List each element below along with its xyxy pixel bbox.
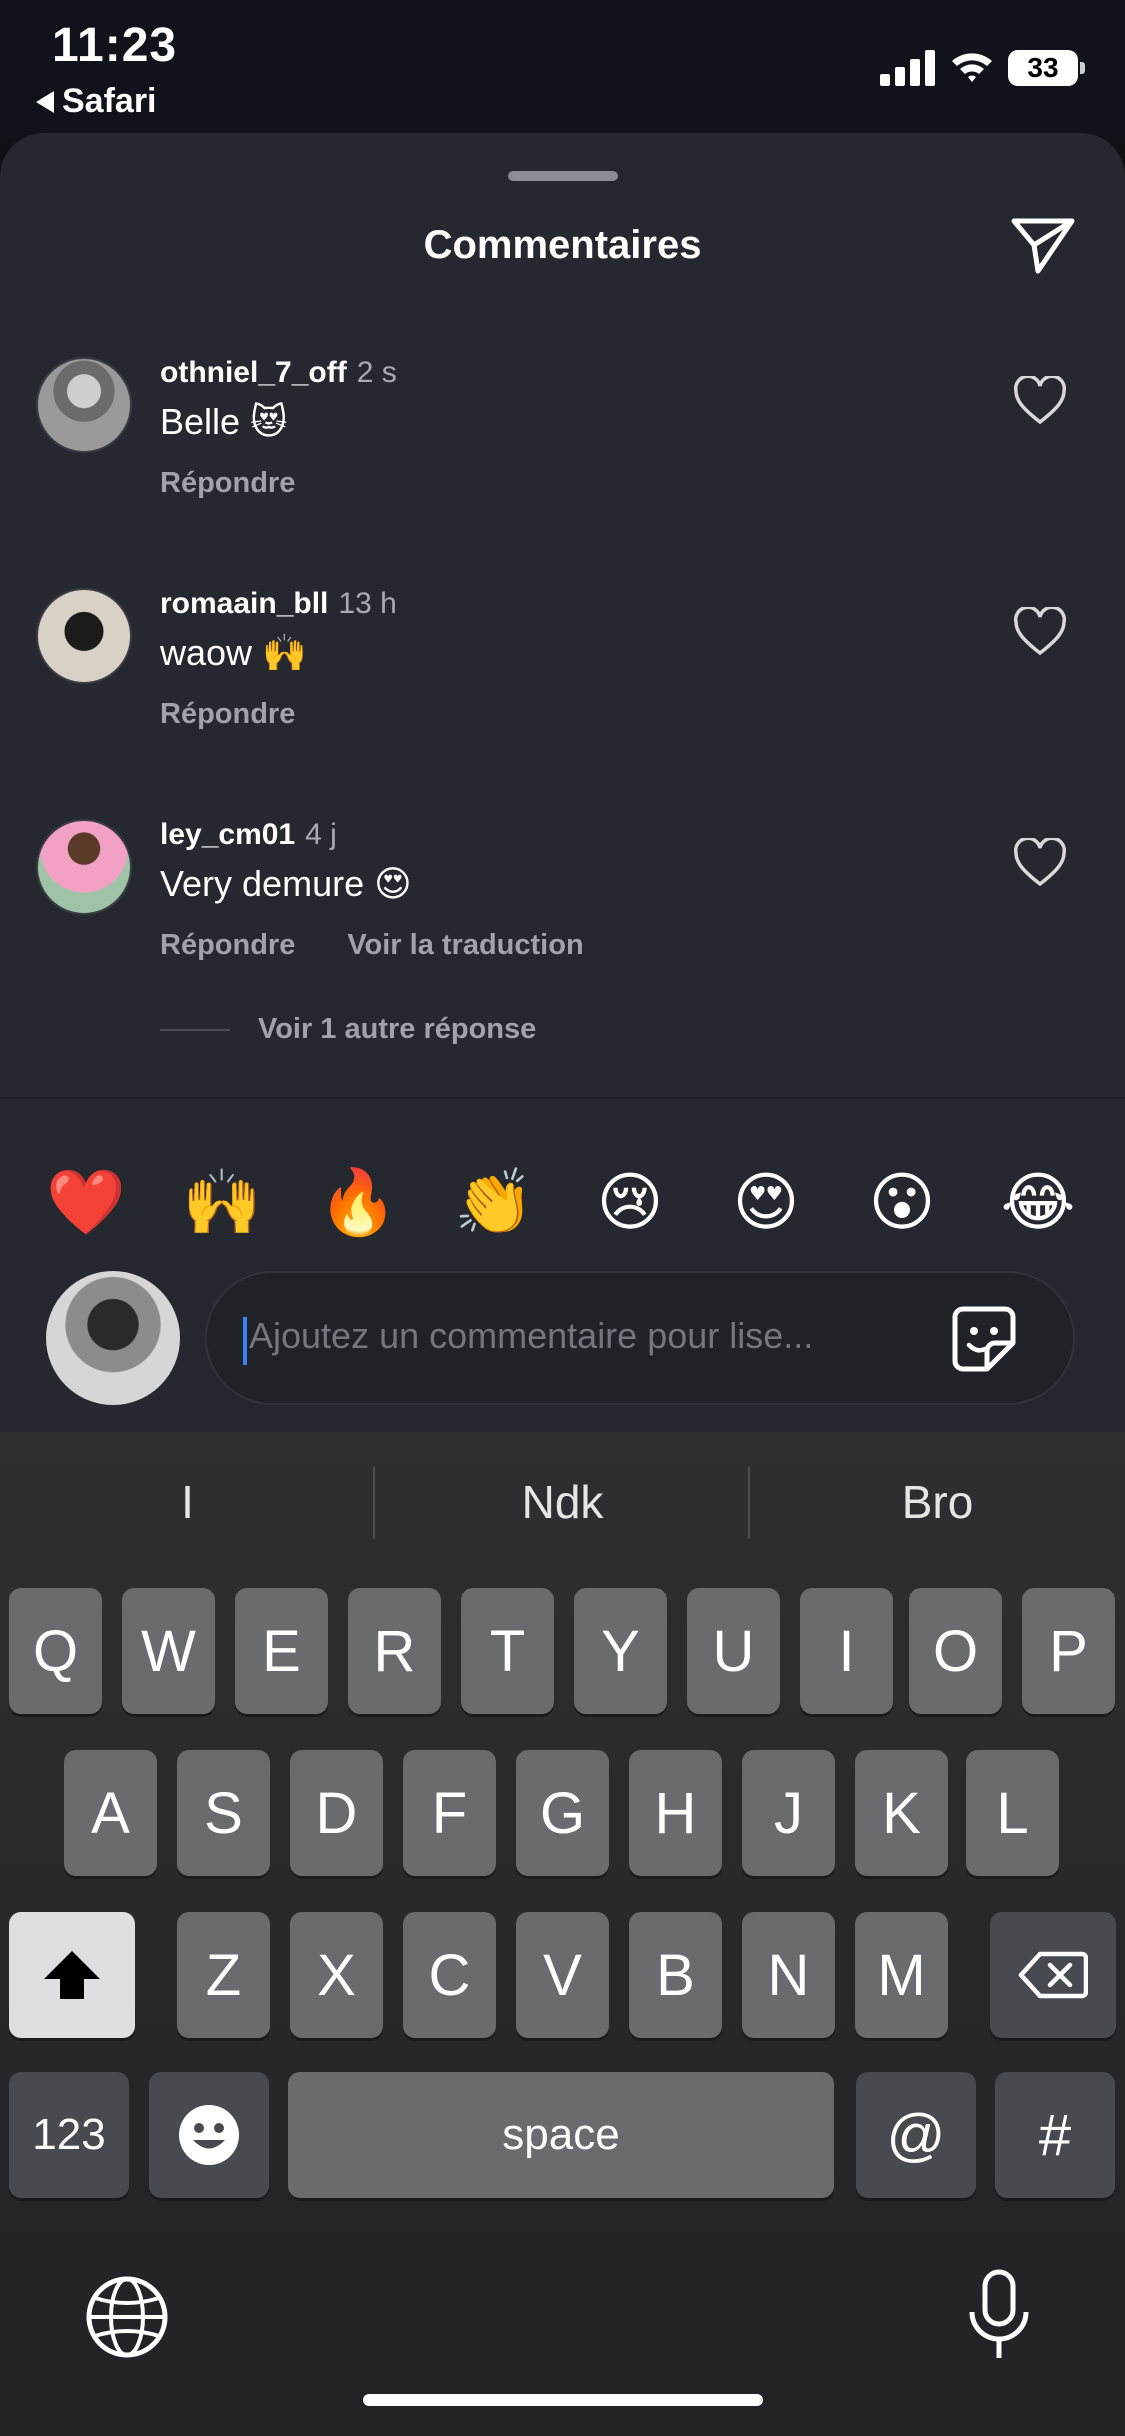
key-j[interactable]: J bbox=[742, 1750, 835, 1876]
back-app-label: Safari bbox=[62, 82, 157, 120]
key-x[interactable]: X bbox=[290, 1912, 383, 2038]
comment-text: Belle 😻 bbox=[160, 401, 288, 442]
comments-sheet: Commentaires othniel_7_off 2 s Belle 😻 Ré… bbox=[0, 133, 1125, 1433]
key-m[interactable]: M bbox=[855, 1912, 948, 2038]
comment-input[interactable]: Ajoutez un commentaire pour lise... bbox=[205, 1271, 1075, 1405]
emoji-surprised[interactable]: 😮 bbox=[852, 1143, 952, 1263]
key-g[interactable]: G bbox=[516, 1750, 609, 1876]
key-z[interactable]: Z bbox=[177, 1912, 270, 2038]
status-bar: 11:23 Safari 33 bbox=[0, 0, 1125, 140]
key-o[interactable]: O bbox=[909, 1588, 1002, 1714]
battery-indicator: 33 bbox=[1008, 50, 1085, 86]
comment-text: waow 🙌 bbox=[160, 632, 307, 673]
suggestion-1[interactable]: I bbox=[0, 1432, 375, 1572]
reply-button[interactable]: Répondre bbox=[160, 467, 295, 500]
comment-actions: Répondre bbox=[160, 698, 295, 731]
status-time: 11:23 bbox=[52, 19, 178, 72]
home-indicator[interactable] bbox=[363, 2394, 763, 2406]
reply-button[interactable]: Répondre bbox=[160, 698, 295, 731]
heart-icon[interactable] bbox=[1012, 607, 1068, 657]
key-i[interactable]: I bbox=[800, 1588, 893, 1714]
key-u[interactable]: U bbox=[687, 1588, 780, 1714]
key-p[interactable]: P bbox=[1022, 1588, 1115, 1714]
hash-key[interactable]: # bbox=[995, 2072, 1115, 2198]
comment-username[interactable]: ley_cm01 4 j bbox=[160, 818, 337, 852]
comment-time: 13 h bbox=[338, 587, 397, 620]
key-n[interactable]: N bbox=[742, 1912, 835, 2038]
keyboard: I Ndk Bro Q W E R T Y U I O P A S D F G … bbox=[0, 1432, 1125, 2436]
reply-button[interactable]: Répondre bbox=[160, 929, 295, 962]
send-icon[interactable] bbox=[1008, 213, 1078, 279]
key-t[interactable]: T bbox=[461, 1588, 554, 1714]
emoji-fire[interactable]: 🔥 bbox=[308, 1143, 408, 1263]
text-caret bbox=[243, 1317, 247, 1365]
back-arrow-icon bbox=[36, 90, 54, 113]
sticker-icon[interactable] bbox=[947, 1303, 1021, 1377]
comment-text: Very demure 😍 bbox=[160, 863, 412, 904]
emoji-heart-eyes[interactable]: 😍 bbox=[716, 1143, 816, 1263]
backspace-key[interactable] bbox=[990, 1912, 1116, 2038]
replies-line bbox=[160, 1028, 230, 1031]
numbers-key[interactable]: 123 bbox=[9, 2072, 129, 2198]
avatar[interactable] bbox=[36, 588, 132, 684]
key-d[interactable]: D bbox=[290, 1750, 383, 1876]
my-avatar bbox=[46, 1271, 180, 1405]
view-replies-link[interactable]: Voir 1 autre réponse bbox=[160, 1013, 536, 1046]
emoji-raised-hands[interactable]: 🙌 bbox=[172, 1143, 272, 1263]
cellular-signal-icon bbox=[880, 50, 935, 86]
key-b[interactable]: B bbox=[629, 1912, 722, 2038]
space-key[interactable]: space bbox=[288, 2072, 834, 2198]
key-q[interactable]: Q bbox=[9, 1588, 102, 1714]
at-key[interactable]: @ bbox=[856, 2072, 976, 2198]
key-w[interactable]: W bbox=[122, 1588, 215, 1714]
wifi-icon bbox=[952, 53, 992, 82]
comment-time: 2 s bbox=[356, 356, 397, 389]
see-translation-button[interactable]: Voir la traduction bbox=[347, 929, 583, 962]
emoji-laughing[interactable]: 😂 bbox=[988, 1143, 1088, 1263]
heart-icon[interactable] bbox=[1012, 376, 1068, 426]
key-l[interactable]: L bbox=[966, 1750, 1059, 1876]
comment-username[interactable]: othniel_7_off 2 s bbox=[160, 356, 397, 390]
microphone-icon[interactable] bbox=[964, 2268, 1034, 2364]
sheet-grabber[interactable] bbox=[508, 171, 618, 181]
shift-key[interactable] bbox=[9, 1912, 135, 2038]
comment-actions: Répondre bbox=[160, 467, 295, 500]
emoji-heart[interactable]: ❤️ bbox=[36, 1143, 136, 1263]
suggestion-3[interactable]: Bro bbox=[750, 1432, 1125, 1572]
back-to-safari-button[interactable]: Safari bbox=[36, 82, 157, 121]
comment-composer: Ajoutez un commentaire pour lise... bbox=[0, 1271, 1125, 1433]
comment-input-placeholder: Ajoutez un commentaire pour lise... bbox=[249, 1315, 814, 1356]
key-a[interactable]: A bbox=[64, 1750, 157, 1876]
emoji-keyboard-key[interactable] bbox=[149, 2072, 269, 2198]
key-k[interactable]: K bbox=[855, 1750, 948, 1876]
divider bbox=[0, 1097, 1125, 1099]
key-h[interactable]: H bbox=[629, 1750, 722, 1876]
key-s[interactable]: S bbox=[177, 1750, 270, 1876]
emoji-crying[interactable]: 😢 bbox=[580, 1143, 680, 1263]
heart-icon[interactable] bbox=[1012, 838, 1068, 888]
key-y[interactable]: Y bbox=[574, 1588, 667, 1714]
sheet-title: Commentaires bbox=[423, 223, 702, 267]
comment-time: 4 j bbox=[305, 818, 337, 851]
emoji-clap[interactable]: 👏 bbox=[444, 1143, 544, 1263]
shift-arrow-icon bbox=[44, 1951, 100, 1999]
key-v[interactable]: V bbox=[516, 1912, 609, 2038]
suggestion-2[interactable]: Ndk bbox=[375, 1432, 750, 1572]
comment-actions: Répondre Voir la traduction bbox=[160, 929, 584, 962]
avatar[interactable] bbox=[36, 819, 132, 915]
avatar[interactable] bbox=[36, 357, 132, 453]
globe-icon[interactable] bbox=[84, 2274, 170, 2360]
key-r[interactable]: R bbox=[348, 1588, 441, 1714]
key-c[interactable]: C bbox=[403, 1912, 496, 2038]
key-e[interactable]: E bbox=[235, 1588, 328, 1714]
backspace-icon bbox=[1018, 1951, 1088, 1999]
quick-emoji-bar: ❤️ 🙌 🔥 👏 😢 😍 😮 😂 bbox=[0, 1143, 1125, 1263]
emoji-face-icon bbox=[179, 2105, 239, 2165]
view-replies-label: Voir 1 autre réponse bbox=[258, 1013, 537, 1045]
key-f[interactable]: F bbox=[403, 1750, 496, 1876]
comment-username[interactable]: romaain_bll 13 h bbox=[160, 587, 397, 621]
